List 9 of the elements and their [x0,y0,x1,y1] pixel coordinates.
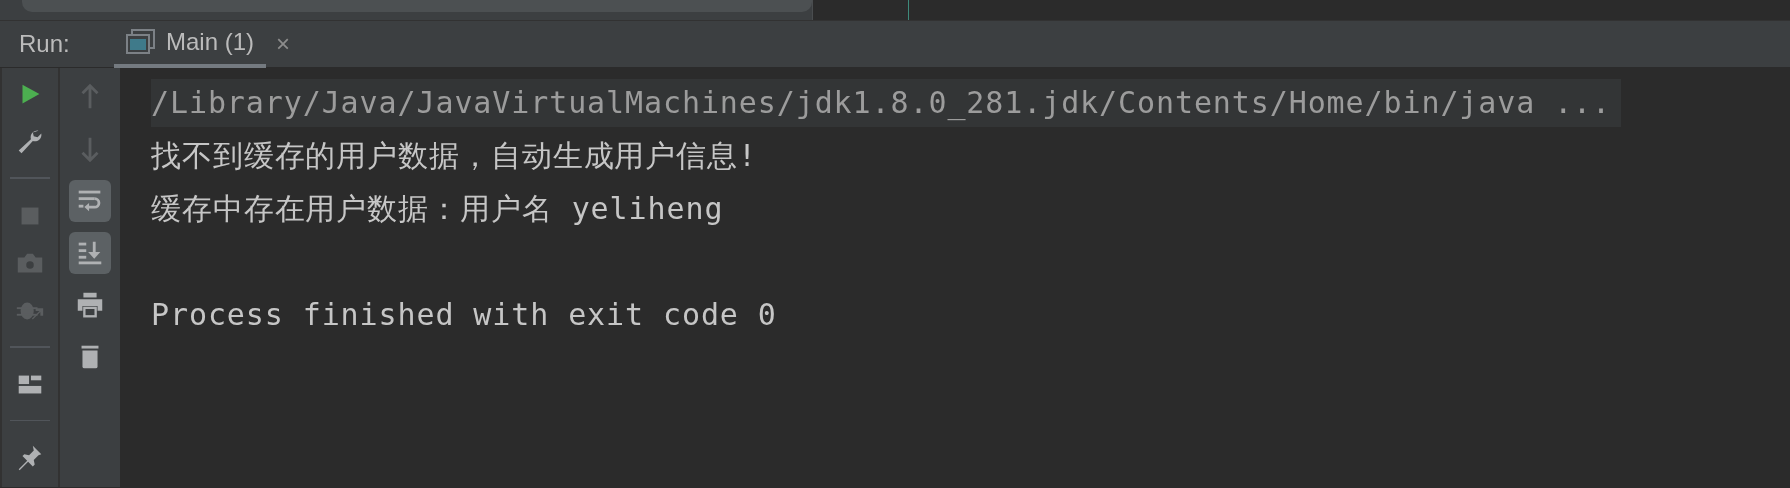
run-tab[interactable]: Main (1) [114,20,267,68]
close-button[interactable]: × [276,26,291,62]
console-output: 找不到缓存的用户数据，自动生成用户信息! [151,138,758,173]
scroll-to-end-button[interactable] [69,232,111,274]
console-window-icon [126,29,156,55]
soft-wrap-button[interactable] [69,180,111,222]
console-output: Process finished with exit code 0 [151,297,777,332]
console-output: 缓存中存在用户数据：用户名 yeliheng [151,191,724,226]
panel-label: Run: [18,29,71,59]
